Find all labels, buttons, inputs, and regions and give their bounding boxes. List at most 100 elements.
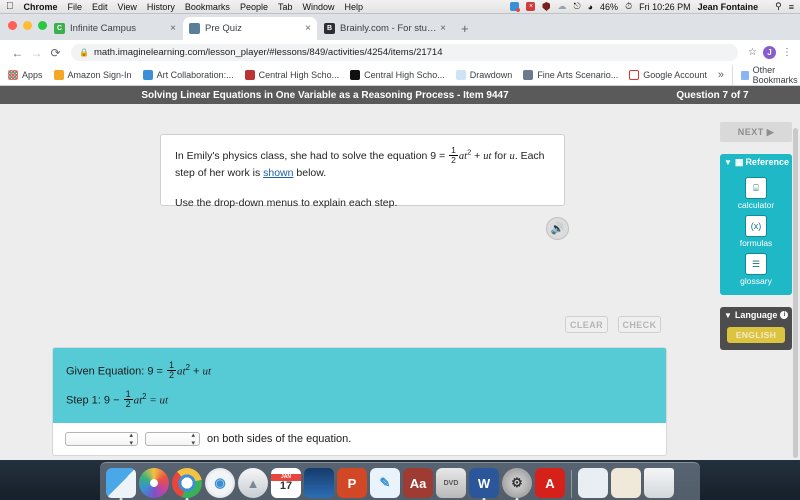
dock-item-calendar[interactable]: JAN 17 [271, 468, 301, 498]
reference-item-glossary[interactable]: ☰ glossary [720, 253, 792, 286]
language-english-button[interactable]: ENGLISH [726, 327, 786, 343]
reference-item-calculator[interactable]: ⌸ calculator [720, 177, 792, 210]
language-panel-body: ENGLISH [720, 323, 792, 350]
clock[interactable]: Fri 10:26 PM [639, 2, 691, 12]
bookmark-art-collaboration[interactable]: Art Collaboration:... [142, 70, 234, 80]
bookmark-star-icon[interactable]: ☆ [748, 47, 757, 58]
profile-avatar[interactable]: J [763, 46, 776, 59]
tab-strip: C Infinite Campus × Pre Quiz × B Brainly… [0, 14, 800, 40]
chrome-menu-icon[interactable]: ⋮ [782, 47, 792, 58]
forward-button[interactable]: → [27, 46, 46, 60]
dock-item-notes[interactable]: ✎ [370, 468, 400, 498]
battery-icon: ⏱ [625, 1, 633, 11]
dock-item-system-preferences[interactable]: ⚙ [502, 468, 532, 500]
language-panel-header[interactable]: ▼ Language i [720, 307, 792, 323]
tab-infinite-campus[interactable]: C Infinite Campus × [48, 17, 182, 40]
page-scrollbar[interactable] [793, 128, 798, 458]
menu-item-tab[interactable]: Tab [278, 2, 293, 12]
chrome-window: C Infinite Campus × Pre Quiz × B Brainly… [0, 14, 800, 86]
dock-item-safari[interactable]: ◉ [205, 468, 235, 498]
dock-item-powerpoint[interactable]: P [337, 468, 367, 498]
step-1-dropdown-term[interactable] [145, 431, 200, 448]
dock-item-acrobat[interactable]: A [535, 468, 565, 498]
notification-center-icon[interactable]: ≡ [789, 2, 794, 12]
fraction-one-half: 12 [449, 145, 458, 165]
dock-item-finder[interactable] [106, 468, 136, 500]
bookmarks-overflow-button[interactable]: » [718, 69, 724, 81]
prompt-text-b: for [491, 150, 510, 163]
tab-pre-quiz[interactable]: Pre Quiz × [183, 17, 317, 40]
x-icon[interactable]: × [526, 2, 536, 11]
menu-item-history[interactable]: History [147, 2, 175, 12]
step-1-equations: Given Equation: 9 = 1 2 at2 + ut Step 1: 9… [53, 348, 666, 423]
brainly-icon: B [324, 23, 335, 34]
drawdown-icon [455, 70, 466, 80]
bookmark-central-high-1[interactable]: Central High Scho... [244, 70, 339, 80]
reference-item-formulas[interactable]: (x) formulas [720, 215, 792, 248]
menu-item-people[interactable]: People [240, 2, 268, 12]
dock-item-dvd-player[interactable]: DVD [436, 468, 466, 498]
apple-menu-icon[interactable]:  [6, 1, 14, 12]
bookmark-amazon[interactable]: Amazon Sign-In [53, 70, 132, 80]
check-button[interactable]: CHECK [618, 316, 661, 333]
shown-link[interactable]: shown [263, 167, 293, 179]
dock-item-word[interactable]: W [469, 468, 499, 500]
window-controls[interactable] [8, 21, 47, 30]
speaker-icon[interactable]: 🔊 [546, 217, 569, 240]
maximize-window-button[interactable] [38, 21, 47, 30]
dock-item-photos[interactable] [139, 468, 169, 498]
clear-button[interactable]: CLEAR [565, 316, 608, 333]
menu-item-file[interactable]: File [68, 2, 83, 12]
reference-label: Reference [745, 157, 789, 167]
spotlight-search-icon[interactable]: ⚲ [775, 1, 782, 12]
new-tab-button[interactable]: + [461, 21, 469, 36]
close-tab-icon[interactable]: × [305, 23, 311, 34]
chevron-down-icon: ▼ [724, 157, 732, 167]
menu-item-window[interactable]: Window [302, 2, 334, 12]
bookmark-apps[interactable]: Apps [8, 70, 43, 80]
menu-item-bookmarks[interactable]: Bookmarks [185, 2, 230, 12]
bookmarks-bar: Apps Amazon Sign-In Art Collaboration:..… [0, 65, 800, 86]
plus-sign: + [471, 150, 484, 163]
question-prompt-card: In Emily's physics class, she had to sol… [160, 134, 565, 209]
other-bookmarks-folder[interactable]: Other Bookmarks [731, 65, 800, 85]
address-bar[interactable]: 🔒 math.imaginelearning.com/lesson_player… [71, 44, 739, 61]
tab-brainly[interactable]: B Brainly.com - For students. By × [318, 17, 452, 40]
step-1-dropdown-operation[interactable] [65, 431, 138, 448]
formulas-icon: (x) [745, 215, 767, 237]
menu-item-edit[interactable]: Edit [92, 2, 108, 12]
dock-item-chrome[interactable] [172, 468, 202, 500]
lock-icon: 🔒 [79, 48, 89, 57]
step-1-line: Step 1: 9 − 1 2 at2 = ut [66, 389, 653, 410]
dock-item-ibooks[interactable] [304, 468, 334, 498]
dock-item-dictionary[interactable]: Aa [403, 468, 433, 498]
dock-item-window-photos[interactable] [611, 468, 641, 498]
close-tab-icon[interactable]: × [440, 23, 446, 34]
bookmark-label: Central High Scho... [364, 70, 445, 80]
dock-item-window-pdf[interactable] [578, 468, 608, 498]
close-window-button[interactable] [8, 21, 17, 30]
dock-item-trash[interactable] [644, 468, 674, 498]
bluetooth-icon[interactable]: ⎋ [573, 1, 580, 12]
menu-item-view[interactable]: View [118, 2, 137, 12]
back-button[interactable]: ← [8, 46, 27, 60]
screen-record-icon[interactable] [510, 2, 521, 12]
user-name[interactable]: Jean Fontaine [698, 2, 759, 12]
wifi-icon[interactable]: ◕ [588, 2, 593, 12]
cloud-icon[interactable]: ☁ [557, 1, 566, 12]
bookmark-google-account[interactable]: Google Account [629, 70, 707, 80]
reload-button[interactable]: ⟳ [46, 46, 65, 60]
step-1-label: Step 1: 9 − [66, 394, 123, 407]
shield-icon[interactable] [542, 2, 551, 11]
dock-item-launchpad[interactable]: ▲ [238, 468, 268, 498]
menu-item-help[interactable]: Help [345, 2, 364, 12]
close-tab-icon[interactable]: × [170, 23, 176, 34]
reference-panel-header[interactable]: ▼ ▦ Reference [720, 154, 792, 170]
bookmark-drawdown[interactable]: Drawdown [455, 70, 512, 80]
menu-item-chrome[interactable]: Chrome [24, 2, 58, 12]
minimize-window-button[interactable] [23, 21, 32, 30]
bookmark-fine-arts[interactable]: Fine Arts Scenario... [523, 70, 618, 80]
bookmark-central-high-2[interactable]: Central High Scho... [350, 70, 445, 80]
next-button[interactable]: NEXT ▶ [720, 122, 792, 142]
info-icon[interactable]: i [780, 311, 789, 319]
